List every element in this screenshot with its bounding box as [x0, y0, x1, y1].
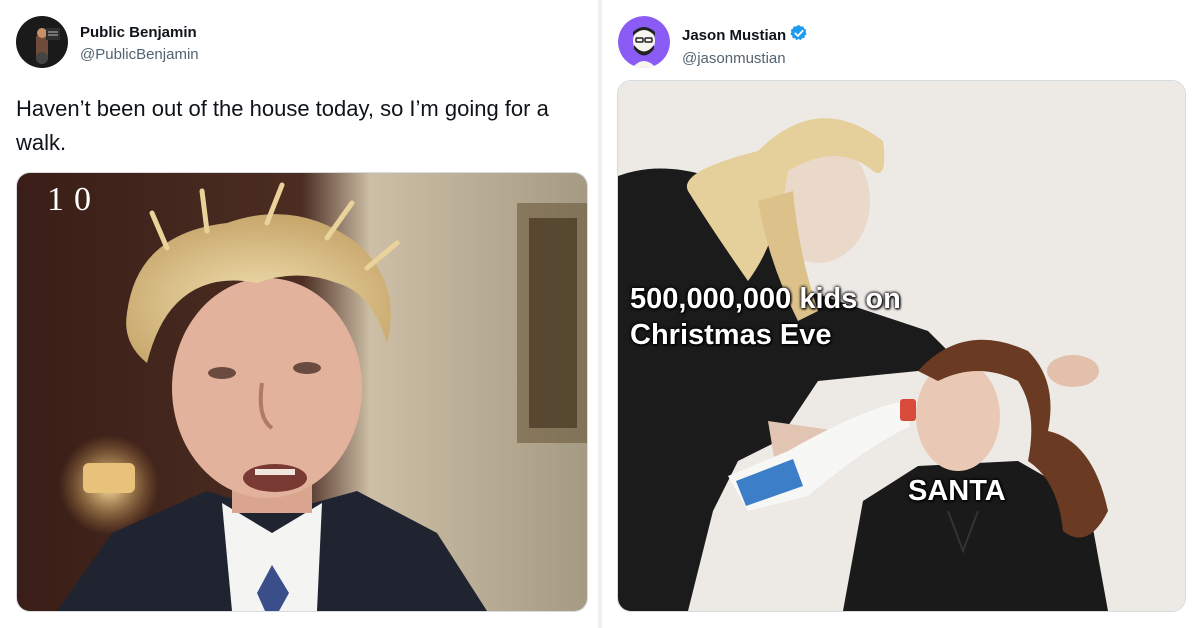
- caption-kids-text: 500,000,000 kids on Christmas Eve: [630, 283, 901, 351]
- author-handle[interactable]: @PublicBenjamin: [80, 46, 199, 63]
- media-caption-santa: SANTA: [908, 475, 1006, 507]
- tweet-card-right: Jason Mustian @jasonmustian 500,000,000 …: [602, 0, 1200, 628]
- tweet-text: Haven’t been out of the house today, so …: [16, 96, 549, 155]
- author-name-row: Jason Mustian: [682, 24, 808, 46]
- author-block: Public Benjamin @PublicBenjamin: [80, 24, 199, 63]
- author-handle[interactable]: @jasonmustian: [682, 50, 808, 67]
- avatar[interactable]: [618, 16, 670, 68]
- media-caption-kids: 500,000,000 kids on Christmas Eve: [630, 281, 910, 353]
- tweet-media[interactable]: 10: [16, 172, 588, 612]
- verified-badge-icon: [790, 24, 808, 46]
- author-name[interactable]: Jason Mustian: [682, 27, 786, 44]
- media-overlay-text: 10: [47, 181, 101, 218]
- tweet-media[interactable]: 500,000,000 kids on Christmas Eve SANTA: [617, 80, 1186, 612]
- tweet-card-left: Public Benjamin @PublicBenjamin Haven’t …: [0, 0, 598, 628]
- media-image: [17, 173, 587, 611]
- author-name[interactable]: Public Benjamin: [80, 24, 197, 41]
- avatar[interactable]: [16, 16, 68, 68]
- author-block: Jason Mustian @jasonmustian: [682, 24, 808, 67]
